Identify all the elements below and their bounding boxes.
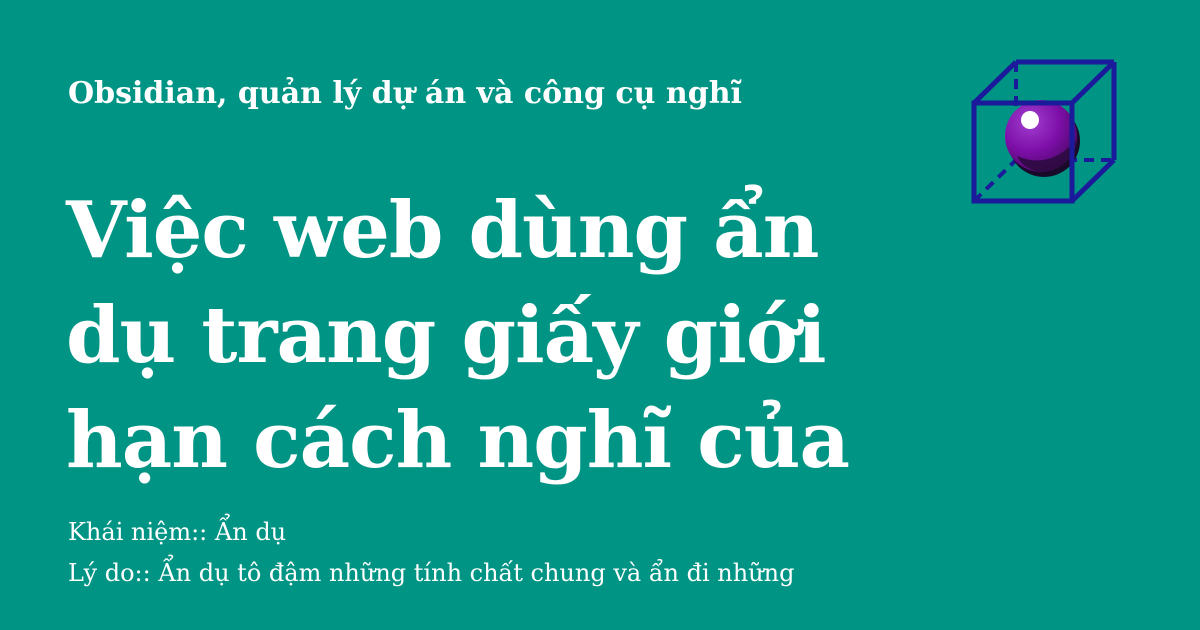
cube-edge [972, 60, 1018, 105]
page-title: Việc web dùng ẩn dụ trang giấy giới hạn … [66, 178, 906, 493]
metadata-concept: Khái niệm:: Ẩn dụ [68, 518, 287, 546]
cube-edge [1070, 158, 1116, 203]
metadata-reason: Lý do:: Ẩn dụ tô đậm những tính chất chu… [68, 559, 795, 587]
social-card: Obsidian, quản lý dự án và công cụ nghĩ … [0, 0, 1200, 630]
title-line: hạn cách nghĩ của [66, 395, 850, 486]
site-subtitle: Obsidian, quản lý dự án và công cụ nghĩ [68, 76, 742, 111]
sphere-highlight [1021, 111, 1039, 129]
cube-with-sphere-icon [971, 59, 1117, 204]
metadata-block: Khái niệm:: Ẩn dụ Lý do:: Ẩn dụ tô đậm n… [68, 512, 968, 594]
cube-edge [1070, 60, 1116, 105]
title-line: Việc web dùng ẩn [66, 185, 819, 276]
title-line: dụ trang giấy giới [66, 290, 827, 381]
cube-back-edge [972, 158, 1018, 203]
